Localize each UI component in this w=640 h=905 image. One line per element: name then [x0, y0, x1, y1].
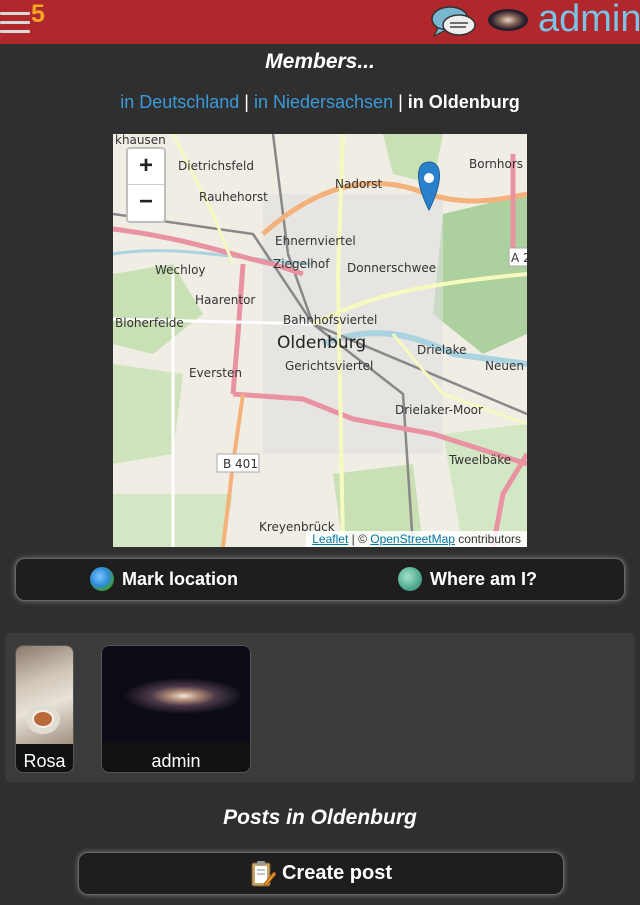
leaflet-link[interactable]: Leaflet — [312, 532, 348, 546]
clipboard-pencil-icon — [251, 860, 276, 887]
page-title: Members... — [265, 50, 375, 73]
globe-question-icon — [398, 567, 422, 591]
map-place-label: Tweelbäke — [448, 453, 511, 467]
location-actions: Mark location Where am I? — [15, 558, 625, 601]
map-road-shield: B 401 — [223, 457, 258, 471]
mark-location-label: Mark location — [122, 568, 239, 589]
member-name: admin — [151, 751, 201, 771]
mark-location-button[interactable]: Mark location — [90, 567, 238, 591]
map-place-label: Drielake — [417, 343, 466, 357]
member-card-rosa[interactable]: Rosa — [15, 645, 74, 773]
osm-link[interactable]: OpenStreetMap — [370, 532, 455, 546]
map-city-label: Oldenburg — [277, 333, 366, 353]
breadcrumb-state[interactable]: in Niedersachsen — [254, 92, 393, 112]
create-post-label: Create post — [281, 862, 393, 884]
map-place-label: Haarentor — [195, 293, 255, 307]
member-name: Rosa — [23, 751, 66, 771]
map[interactable]: khausen Dietrichsfeld Bornhors Nadorst R… — [113, 134, 527, 547]
breadcrumb-separator: | — [398, 92, 403, 112]
members-list: Rosa admin — [5, 633, 635, 782]
map-place-label: Rauhehorst — [199, 190, 268, 204]
map-place-label: Neuen — [485, 359, 524, 373]
map-place-label: Bahnhofsviertel — [283, 313, 377, 327]
top-bar: 5 admin — [0, 0, 640, 44]
zoom-out-button[interactable]: − — [128, 185, 164, 220]
map-attribution: Leaflet | © OpenStreetMap contributors — [306, 531, 527, 547]
map-place-label: Ehnernviertel — [275, 234, 356, 248]
member-card-admin[interactable]: admin — [101, 645, 251, 773]
where-am-i-button[interactable]: Where am I? — [398, 567, 537, 591]
posts-title: Posts in Oldenburg — [223, 806, 417, 829]
map-place-label: Ziegelhof — [273, 257, 330, 271]
map-place-label: Wechloy — [155, 263, 206, 277]
chat-bubbles-icon[interactable] — [430, 4, 478, 40]
map-place-label: Gerichtsviertel — [285, 359, 373, 373]
map-place-label: Donnerschwee — [347, 261, 436, 275]
map-place-label: khausen — [115, 134, 166, 147]
breadcrumb-city: in Oldenburg — [407, 92, 520, 112]
notification-badge[interactable]: 5 — [31, 0, 45, 29]
globe-icon — [90, 567, 114, 591]
map-tiles: khausen Dietrichsfeld Bornhors Nadorst R… — [113, 134, 527, 547]
map-place-label: Bloherfelde — [115, 316, 184, 330]
map-place-label: Bornhors — [469, 157, 523, 171]
breadcrumb-country[interactable]: in Deutschland — [120, 92, 239, 112]
map-place-label: Nadorst — [335, 177, 382, 191]
zoom-in-button[interactable]: + — [128, 149, 164, 185]
member-photo — [16, 646, 73, 744]
attribution-tail: contributors — [454, 532, 521, 546]
breadcrumb: in Deutschland | in Niedersachsen | in O… — [0, 92, 640, 113]
map-place-label: Drielaker-Moor — [395, 403, 483, 417]
breadcrumb-separator: | — [244, 92, 249, 112]
map-place-label: Dietrichsfeld — [178, 159, 254, 173]
map-road-shield: A 2 — [511, 251, 527, 265]
user-avatar[interactable] — [488, 9, 528, 31]
username[interactable]: admin — [538, 0, 640, 41]
member-photo — [102, 646, 250, 742]
zoom-control: + − — [126, 147, 166, 223]
create-post-button[interactable]: Create post — [78, 852, 564, 895]
where-am-i-label: Where am I? — [430, 568, 538, 589]
hamburger-menu-icon[interactable] — [0, 12, 30, 38]
map-place-label: Eversten — [189, 366, 242, 380]
attribution-separator: | © — [348, 532, 371, 546]
